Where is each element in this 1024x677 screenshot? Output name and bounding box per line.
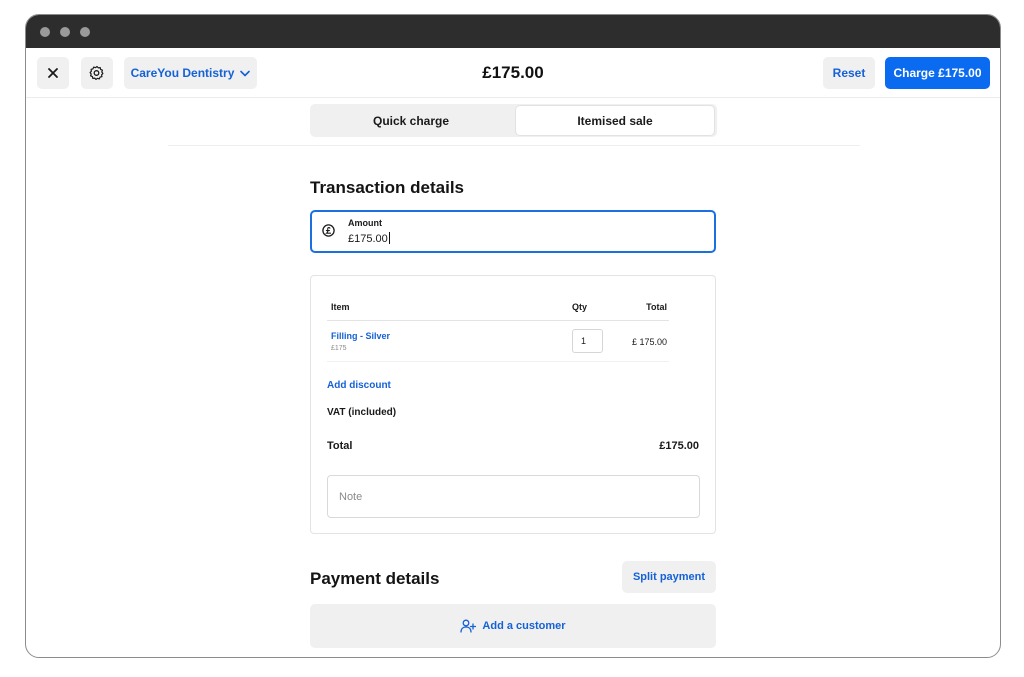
vat-label: VAT (included) (327, 407, 397, 418)
top-toolbar: CareYou Dentistry £175.00 Reset Charge £… (26, 48, 1000, 98)
chevron-down-icon (240, 70, 251, 76)
column-header-item: Item (331, 302, 350, 312)
reset-button[interactable]: Reset (823, 57, 875, 89)
tab-itemised-sale[interactable]: Itemised sale (516, 106, 714, 135)
table-header-divider (327, 320, 669, 321)
transaction-details-title: Transaction details (310, 178, 464, 197)
total-label: Total (327, 440, 353, 452)
add-user-icon (460, 619, 477, 633)
quantity-input[interactable]: 1 (572, 329, 603, 353)
sale-type-tabs: Quick charge Itemised sale (310, 104, 717, 137)
window-titlebar (26, 15, 1000, 48)
payment-details-title: Payment details (310, 569, 440, 588)
amount-input-value[interactable]: £175.00 (348, 232, 390, 245)
itemised-sale-card: Item Qty Total Filling - Silver £175 1 £… (310, 275, 716, 534)
location-label: CareYou Dentistry (130, 66, 235, 80)
split-payment-button[interactable]: Split payment (622, 561, 716, 593)
amount-value-text: £175.00 (348, 233, 388, 245)
item-unit-price: £175 (331, 345, 347, 352)
add-customer-button[interactable]: Add a customer (310, 604, 716, 648)
app-window: CareYou Dentistry £175.00 Reset Charge £… (25, 14, 1001, 658)
amount-label: Amount (348, 218, 382, 228)
gear-icon (89, 65, 104, 80)
location-selector[interactable]: CareYou Dentistry (124, 57, 257, 89)
table-row-divider (327, 361, 669, 362)
close-icon (48, 68, 58, 78)
close-button[interactable] (37, 57, 69, 89)
note-input[interactable] (327, 475, 700, 518)
window-maximize-dot[interactable] (80, 27, 90, 37)
window-minimize-dot[interactable] (60, 27, 70, 37)
item-line-total: £ 175.00 (631, 337, 667, 347)
tabs-divider (168, 145, 860, 146)
text-caret (388, 232, 390, 244)
item-name-link[interactable]: Filling - Silver (331, 331, 390, 341)
window-close-dot[interactable] (40, 27, 50, 37)
add-customer-label: Add a customer (482, 620, 566, 632)
add-discount-link[interactable]: Add discount (327, 380, 391, 391)
total-value: £175.00 (659, 440, 699, 452)
amount-field[interactable]: Amount £175.00 (310, 210, 716, 253)
charge-button[interactable]: Charge £175.00 (885, 57, 990, 89)
column-header-qty: Qty (572, 302, 588, 312)
pound-icon (322, 224, 335, 237)
column-header-total: Total (646, 302, 667, 312)
settings-button[interactable] (81, 57, 113, 89)
tab-quick-charge[interactable]: Quick charge (312, 106, 510, 135)
